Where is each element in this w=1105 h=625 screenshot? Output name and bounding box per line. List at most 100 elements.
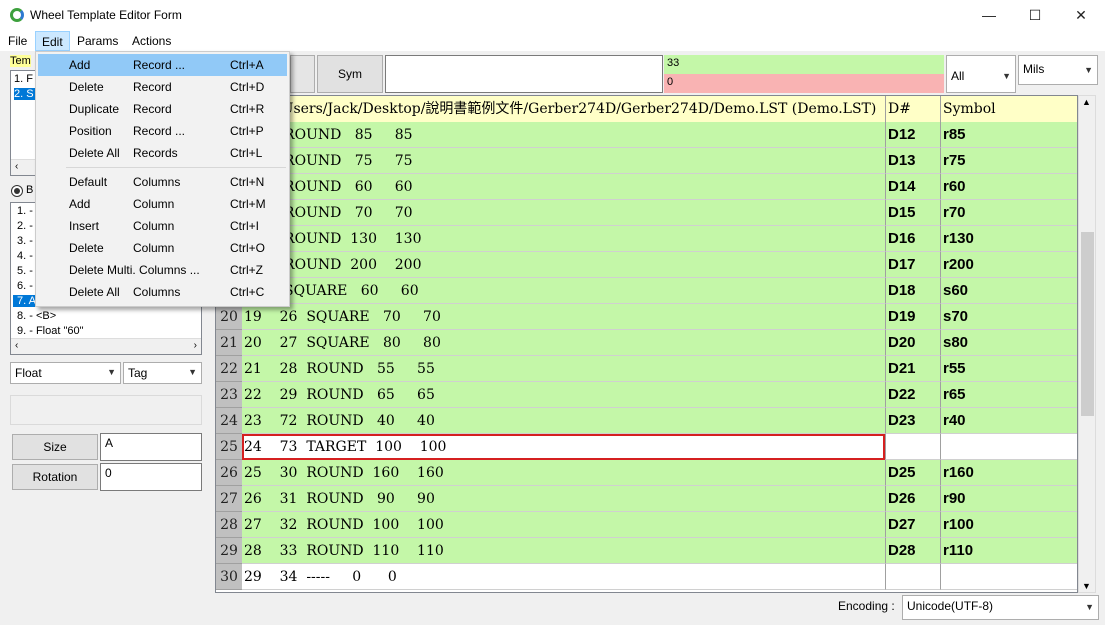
- row-symbol[interactable]: [940, 434, 1077, 460]
- row-symbol[interactable]: r130: [940, 226, 1077, 252]
- attribute-hscroll[interactable]: ‹ ›: [11, 338, 201, 354]
- table-row[interactable]: 4 ROUND 200 200 D17 r200: [216, 252, 1077, 278]
- table-row[interactable]: 1 ROUND 85 85 D12 r85: [216, 122, 1077, 148]
- row-symbol[interactable]: r75: [940, 148, 1077, 174]
- units-select[interactable]: Mils ▼: [1018, 55, 1098, 85]
- filter-select[interactable]: All ▼: [946, 55, 1016, 93]
- size-button[interactable]: Size: [12, 434, 98, 460]
- table-row[interactable]: 23 22 29 ROUND 65 65 D22 r65: [216, 382, 1077, 408]
- scroll-thumb[interactable]: [1081, 232, 1094, 416]
- row-symbol[interactable]: s80: [940, 330, 1077, 356]
- row-dcode[interactable]: D14: [885, 174, 940, 200]
- row-data[interactable]: 3 ROUND 130 130: [242, 226, 885, 252]
- table-row[interactable]: 30 29 34 ----- 0 0: [216, 564, 1077, 590]
- row-dcode[interactable]: [885, 564, 940, 590]
- row-data[interactable]: 28 33 ROUND 110 110: [242, 538, 885, 564]
- scroll-right-icon[interactable]: ›: [194, 340, 197, 351]
- row-number[interactable]: 23: [216, 382, 242, 408]
- row-dcode[interactable]: D17: [885, 252, 940, 278]
- edit-menu-item[interactable]: Delete Multi. Columns ... Ctrl+Z: [38, 259, 287, 281]
- table-row[interactable]: 29 28 33 ROUND 110 110 D28 r110: [216, 538, 1077, 564]
- row-dcode[interactable]: D16: [885, 226, 940, 252]
- scroll-down-icon[interactable]: ▼: [1082, 581, 1091, 591]
- row-symbol[interactable]: r110: [940, 538, 1077, 564]
- row-dcode[interactable]: D25: [885, 460, 940, 486]
- scroll-up-icon[interactable]: ▲: [1082, 97, 1091, 107]
- row-symbol[interactable]: r160: [940, 460, 1077, 486]
- row-dcode[interactable]: D18: [885, 278, 940, 304]
- header-file[interactable]: a: C:/Users/Jack/Desktop/說明書範例文件/Gerber2…: [244, 96, 876, 122]
- list-item[interactable]: 8. - <B>: [17, 310, 56, 322]
- list-item[interactable]: 1. -: [17, 205, 33, 217]
- edit-menu-item[interactable]: Add Record ... Ctrl+A: [38, 54, 287, 76]
- list-item[interactable]: 2. -: [17, 220, 33, 232]
- menu-edit[interactable]: Edit: [35, 31, 70, 51]
- scroll-left-icon[interactable]: ‹: [15, 340, 18, 351]
- row-dcode[interactable]: [885, 434, 940, 460]
- row-data[interactable]: 24 73 TARGET 100 100: [242, 434, 885, 460]
- menu-actions[interactable]: Actions: [126, 31, 177, 51]
- row-data[interactable]: 22 29 ROUND 65 65: [242, 382, 885, 408]
- row-data[interactable]: 19 26 SQUARE 70 70: [242, 304, 885, 330]
- maximize-button[interactable]: ☐: [1012, 0, 1058, 31]
- row-dcode[interactable]: D28: [885, 538, 940, 564]
- toolbar-button[interactable]: [290, 55, 315, 93]
- table-row[interactable]: 3 ROUND 130 130 D16 r130: [216, 226, 1077, 252]
- radio-button[interactable]: [11, 185, 23, 197]
- close-button[interactable]: ✕: [1058, 0, 1104, 31]
- row-dcode[interactable]: D23: [885, 408, 940, 434]
- list-item[interactable]: 3. -: [17, 235, 33, 247]
- edit-menu-item[interactable]: Delete Column Ctrl+O: [38, 237, 287, 259]
- scroll-left-icon[interactable]: ‹: [15, 161, 18, 172]
- edit-menu-item[interactable]: Position Record ... Ctrl+P: [38, 120, 287, 142]
- row-data[interactable]: 2 ROUND 70 70: [242, 200, 885, 226]
- edit-menu-item[interactable]: Insert Column Ctrl+I: [38, 215, 287, 237]
- encoding-select[interactable]: Unicode(UTF-8) ▼: [902, 595, 1099, 620]
- template-item[interactable]: 1. F: [14, 73, 33, 85]
- row-dcode[interactable]: D26: [885, 486, 940, 512]
- table-row[interactable]: 22 21 28 ROUND 55 55 D21 r55: [216, 356, 1077, 382]
- sym-input[interactable]: [385, 55, 663, 93]
- row-data[interactable]: 27 32 ROUND 100 100: [242, 512, 885, 538]
- row-dcode[interactable]: D15: [885, 200, 940, 226]
- table-row[interactable]: 27 26 31 ROUND 90 90 D26 r90: [216, 486, 1077, 512]
- list-item[interactable]: 9. - Float "60": [17, 325, 84, 337]
- row-data[interactable]: 20 27 SQUARE 80 80: [242, 330, 885, 356]
- row-number[interactable]: 28: [216, 512, 242, 538]
- row-symbol[interactable]: r60: [940, 174, 1077, 200]
- row-dcode[interactable]: D20: [885, 330, 940, 356]
- row-data[interactable]: 4 ROUND 200 200: [242, 252, 885, 278]
- row-data[interactable]: 21 28 ROUND 55 55: [242, 356, 885, 382]
- row-dcode[interactable]: D22: [885, 382, 940, 408]
- row-data[interactable]: 0 ROUND 75 75: [242, 148, 885, 174]
- table-row[interactable]: 20 19 26 SQUARE 70 70 D19 s70: [216, 304, 1077, 330]
- edit-menu-item[interactable]: Duplicate Record Ctrl+R: [38, 98, 287, 120]
- edit-menu-item[interactable]: Delete All Columns Ctrl+C: [38, 281, 287, 303]
- row-number[interactable]: 25: [216, 434, 242, 460]
- row-symbol[interactable]: r200: [940, 252, 1077, 278]
- data-grid[interactable]: a: C:/Users/Jack/Desktop/說明書範例文件/Gerber2…: [215, 95, 1078, 593]
- row-data[interactable]: 23 72 ROUND 40 40: [242, 408, 885, 434]
- size-input[interactable]: A: [100, 433, 202, 461]
- row-symbol[interactable]: r65: [940, 382, 1077, 408]
- row-data[interactable]: 25 30 ROUND 160 160: [242, 460, 885, 486]
- tag-combo[interactable]: Tag ▼: [123, 362, 202, 384]
- table-row[interactable]: 25 24 73 TARGET 100 100: [216, 434, 1077, 460]
- row-number[interactable]: 22: [216, 356, 242, 382]
- table-row[interactable]: 26 25 30 ROUND 160 160 D25 r160: [216, 460, 1077, 486]
- row-symbol[interactable]: r85: [940, 122, 1077, 148]
- row-number[interactable]: 30: [216, 564, 242, 590]
- row-data[interactable]: 1 ROUND 60 60: [242, 174, 885, 200]
- menu-file[interactable]: File: [2, 31, 33, 51]
- table-row[interactable]: 1 ROUND 60 60 D14 r60: [216, 174, 1077, 200]
- list-item[interactable]: 6. -: [17, 280, 33, 292]
- row-symbol[interactable]: r40: [940, 408, 1077, 434]
- table-row[interactable]: 0 ROUND 75 75 D13 r75: [216, 148, 1077, 174]
- edit-menu-item[interactable]: Delete All Records Ctrl+L: [38, 142, 287, 164]
- edit-menu-item[interactable]: Delete Record Ctrl+D: [38, 76, 287, 98]
- row-symbol[interactable]: r100: [940, 512, 1077, 538]
- row-number[interactable]: 21: [216, 330, 242, 356]
- row-number[interactable]: 24: [216, 408, 242, 434]
- table-row[interactable]: 5 SQUARE 60 60 D18 s60: [216, 278, 1077, 304]
- row-symbol[interactable]: r90: [940, 486, 1077, 512]
